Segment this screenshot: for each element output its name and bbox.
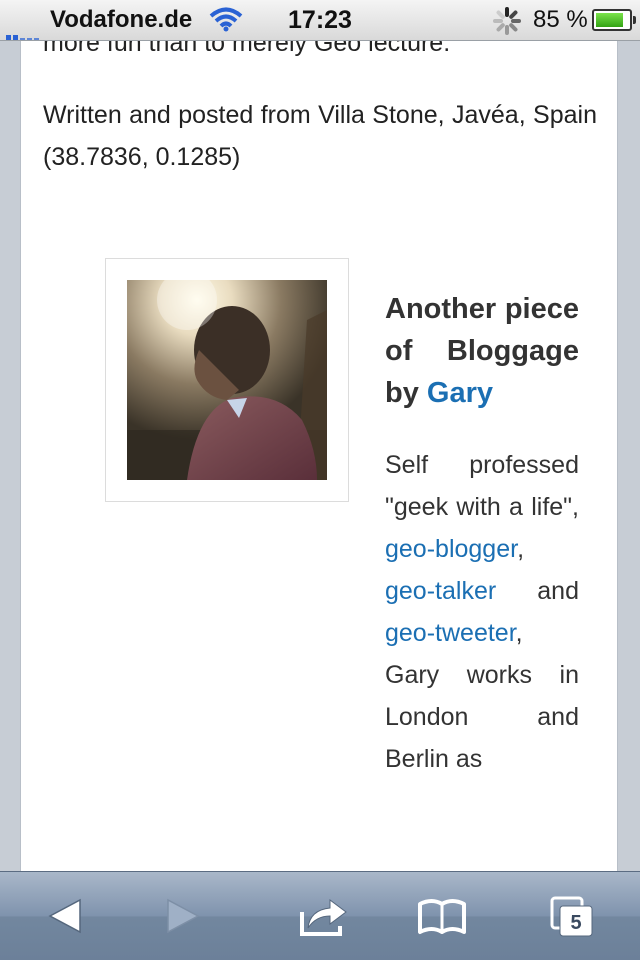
posted-from-label: Written and posted from [43, 101, 319, 129]
back-button[interactable] [40, 890, 96, 942]
author-photo-frame [105, 258, 349, 502]
battery-icon [592, 9, 636, 31]
bookmarks-button[interactable] [414, 890, 470, 942]
tabs-count: 5 [570, 912, 581, 934]
bio-separator: , [517, 535, 525, 563]
open-book-icon [418, 899, 466, 934]
web-page[interactable]: more fun than to merely Geo lecture. Wri… [20, 0, 618, 960]
tabs-button[interactable]: 5 [546, 890, 602, 942]
share-button[interactable] [296, 890, 352, 942]
geo-tweeter-link[interactable]: geo-tweeter [385, 619, 516, 647]
author-name-link[interactable]: Gary [427, 377, 493, 409]
author-bio: Another piece of Bloggage by Gary Self p… [385, 288, 579, 780]
battery-percentage: 85 % [533, 6, 588, 33]
bio-intro: Self professed "geek with a life", [385, 451, 579, 521]
author-photo [127, 280, 327, 480]
forward-arrow-icon [167, 898, 200, 934]
status-bar: Vodafone.de 17:23 85 % [0, 0, 640, 41]
author-bio-text: Self professed "geek with a life", geo-b… [385, 444, 579, 780]
back-arrow-icon [48, 898, 81, 934]
forward-button[interactable] [152, 890, 208, 942]
pages-icon: 5 [550, 896, 593, 937]
bio-separator: and [496, 577, 579, 605]
browser-toolbar: 5 [0, 871, 640, 960]
author-heading: Another piece of Bloggage by Gary [385, 288, 579, 414]
geo-blogger-link[interactable]: geo-blogger [385, 535, 517, 563]
share-icon [300, 899, 347, 936]
geo-talker-link[interactable]: geo-talker [385, 577, 496, 605]
posted-from-note: Written and posted from Villa Stone, Jav… [43, 94, 597, 178]
activity-spinner-icon [492, 6, 522, 41]
